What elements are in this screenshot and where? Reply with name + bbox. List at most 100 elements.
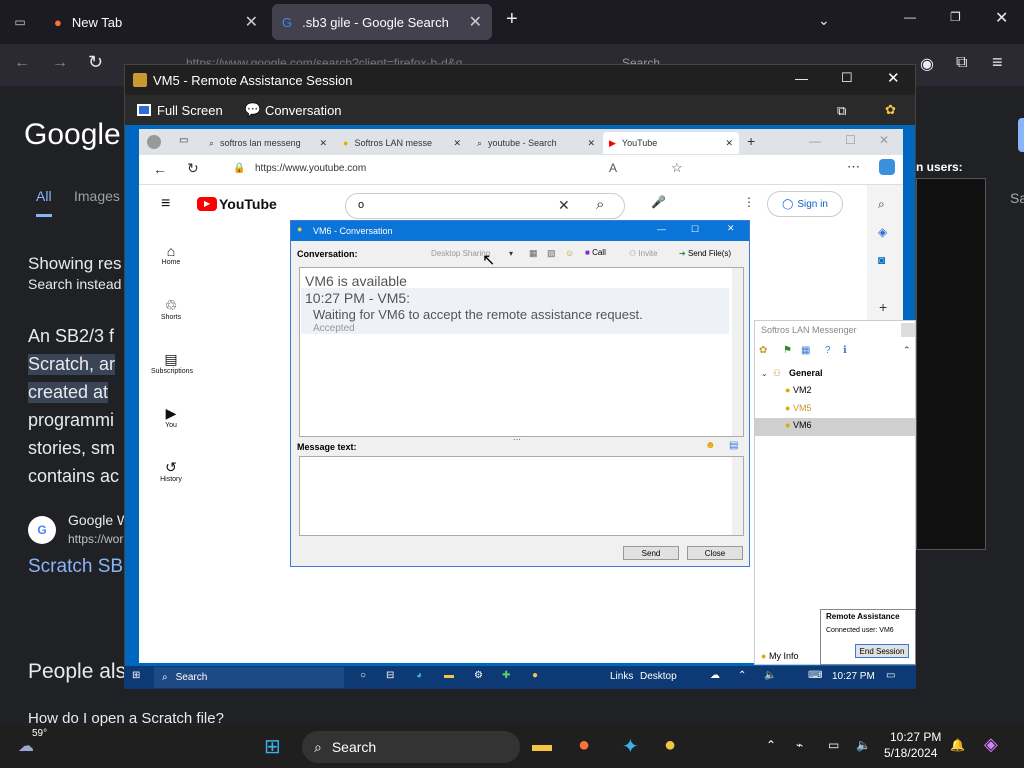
nav-home[interactable]: ⌂ Home [151,243,191,266]
start-icon[interactable]: ⊞ [132,670,140,681]
taskbar-search[interactable]: ⌕ Search [302,731,520,763]
new-tab-button[interactable]: + [506,8,518,31]
display-icon[interactable]: ▭ [828,738,839,752]
message-input[interactable] [299,456,744,536]
edge-tab-active[interactable]: ▶ YouTube ✕ [603,132,739,154]
weather-icon[interactable]: ☁ [710,670,720,681]
url-bar[interactable]: https://www.youtube.com [255,163,366,174]
result-title-link[interactable]: Scratch SB [28,556,123,578]
tab-all[interactable]: All [36,188,52,217]
explorer-icon[interactable]: ▬ [444,670,454,681]
profile-icon[interactable] [147,135,161,149]
network-icon[interactable]: ⌁ [796,738,803,752]
close-tab-icon[interactable]: ✕ [453,138,461,149]
menu-icon[interactable]: ≡ [992,52,1003,73]
send-button[interactable]: Send [623,546,679,560]
task-view-icon[interactable]: ⊟ [386,670,394,681]
full-screen-button[interactable]: Full Screen [137,103,223,118]
links-toolbar[interactable]: Links [610,671,633,682]
extensions-icon[interactable]: ⧉ [956,54,967,72]
messenger-icon[interactable]: ● [664,734,676,757]
edge-tab[interactable]: ⌕ youtube - Search ✕ [471,132,601,154]
search-icon[interactable]: ⌕ [596,196,604,213]
copilot-icon[interactable]: ◈ [878,225,887,239]
view-mode-icon[interactable]: ⧉ [837,103,846,119]
send-files-button[interactable]: ➔ Send File(s) [679,249,731,258]
remote-search-box[interactable]: ⌕ Search [154,667,344,688]
weather-icon[interactable]: ☁ [18,736,34,756]
toolbar-icon[interactable]: ▦ [801,345,810,356]
emoji-icon[interactable]: ☻ [705,440,716,451]
hamburger-icon[interactable]: ≡ [161,195,170,213]
reload-icon[interactable]: ↻ [187,160,199,177]
chevron-down-icon[interactable]: ⌄ [818,12,830,29]
file-explorer-icon[interactable]: ▬ [532,734,552,757]
user-item[interactable]: ● VM5 [785,403,811,413]
sign-in-button[interactable]: ◯ Sign in [767,191,843,217]
add-icon[interactable]: + [879,299,887,315]
read-aloud-icon[interactable]: A [609,161,617,175]
minimize-button[interactable]: — [657,224,666,234]
copilot-icon[interactable]: ◈ [984,734,998,755]
close-conv-button[interactable]: Close [687,546,743,560]
close-tab-icon[interactable]: ✕ [245,12,258,32]
help-icon[interactable]: ? [825,345,831,356]
app-icon[interactable]: ✦ [622,734,639,759]
nav-history[interactable]: ↺ History [151,459,191,483]
tray-chevron-icon[interactable]: ⌃ [766,738,776,752]
copilot-icon[interactable] [879,159,895,175]
keyboard-icon[interactable]: ⌨ [808,670,822,681]
maximize-button[interactable]: ❐ [950,10,961,24]
scrollbar[interactable] [732,457,743,535]
maximize-button[interactable]: ☐ [691,224,699,235]
reload-icon[interactable]: ↻ [88,52,103,73]
toolbar-icon[interactable]: ⚑ [783,345,792,356]
tab-actions-icon[interactable]: ▭ [179,135,188,146]
call-button[interactable]: ■ Call [585,248,606,257]
minimize-button[interactable]: — [795,71,808,86]
end-session-button[interactable]: End Session [855,644,909,658]
desktop-toolbar[interactable]: Desktop [640,671,677,682]
close-button[interactable]: ✕ [727,223,735,234]
close-tab-icon[interactable]: ✕ [725,138,733,149]
edge-tab[interactable]: ● Softros LAN messe ✕ [337,132,467,154]
edge-icon[interactable]: ◕ [416,670,422,681]
close-button[interactable]: ✕ [879,133,889,147]
tab-images[interactable]: Images [74,188,120,204]
nav-subscriptions[interactable]: ▤ Subscriptions [151,351,193,375]
user-item[interactable]: ● VM2 [785,385,811,395]
notification-icon[interactable]: ▭ [886,670,895,681]
clock-time[interactable]: 10:27 PM [890,730,941,744]
search-icon[interactable]: ⌕ [878,197,885,212]
tab-list-icon[interactable]: ▭ [10,12,30,32]
notification-icon[interactable]: 🔔 [950,738,965,752]
faq-item[interactable]: How do I open a Scratch file? [28,710,224,727]
tab-google-search[interactable]: G .sb3 gile - Google Search ✕ [272,4,492,40]
nav-you[interactable]: ▶ You [151,405,191,429]
outlook-icon[interactable]: ◙ [878,253,885,267]
nav-shorts[interactable]: ♲ Shorts [151,297,191,321]
clear-icon[interactable]: ✕ [558,197,570,214]
mic-icon[interactable]: 🎤 [651,195,666,209]
maximize-button[interactable]: ☐ [841,70,853,86]
invite-button[interactable]: ⚇ Invite [629,249,658,258]
tray-chevron-icon[interactable]: ⌃ [738,670,746,681]
expand-icon[interactable]: ⌄ [761,369,768,378]
more-icon[interactable]: ⋮ [743,195,755,209]
user-item-selected[interactable]: ● VM6 [785,420,811,430]
messenger-icon[interactable]: ✿ [885,102,896,118]
messenger-icon[interactable]: ● [532,670,538,681]
forward-icon[interactable]: → [52,54,68,72]
chevron-down-icon[interactable]: ▾ [509,249,513,258]
scrollbar[interactable] [732,268,743,436]
cortana-icon[interactable]: ○ [360,670,366,681]
new-tab-button[interactable]: + [747,133,755,149]
sign-in-button-edge[interactable] [1018,118,1024,152]
account-icon[interactable]: ◉ [920,54,934,74]
toolbar-icon[interactable]: ▧ [547,248,556,259]
firefox-icon[interactable]: ● [578,734,590,757]
splitter-handle[interactable]: ⋯ [513,435,521,444]
toolbar-icon[interactable]: ▦ [529,248,538,259]
emoji-icon[interactable]: ☺ [565,248,574,258]
edge-tab[interactable]: ⌕ softros lan messeng ✕ [203,132,333,154]
